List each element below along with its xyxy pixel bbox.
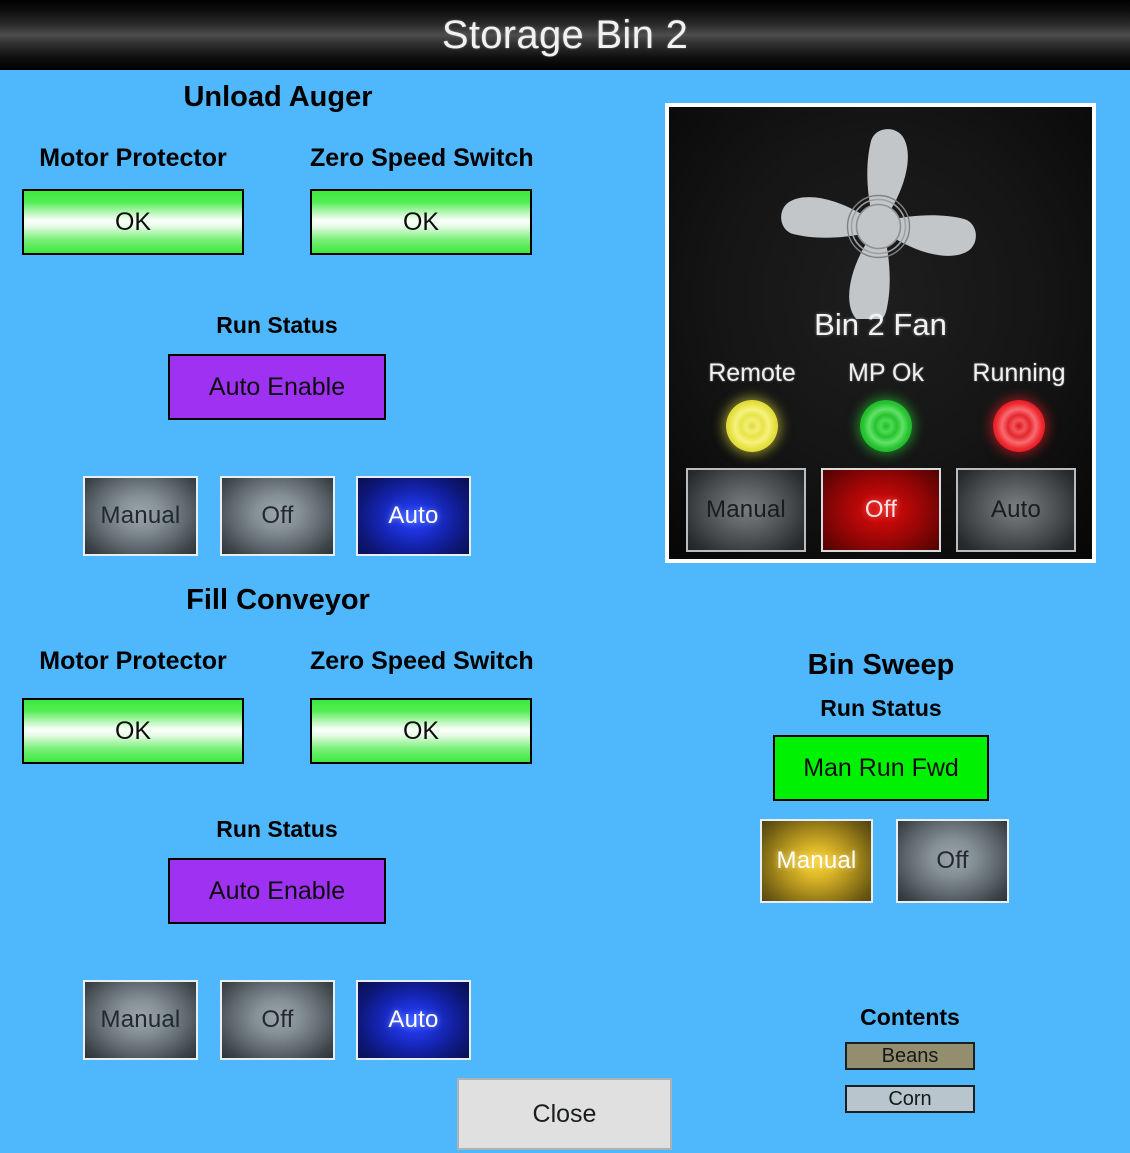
fill-conveyor-title: Fill Conveyor — [186, 584, 370, 616]
fan-indicator-mp-ok-label: MP Ok — [848, 359, 924, 387]
unload-auger-zero-speed-switch-label: Zero Speed Switch — [310, 144, 534, 172]
fan-mode-manual-button[interactable]: Manual — [686, 468, 806, 552]
fan-indicator-mp-ok-led — [860, 400, 912, 452]
unload-auger-run-status-value: Auto Enable — [168, 354, 386, 420]
fill-conveyor-motor-protector-status: OK — [22, 698, 244, 764]
unload-auger-mode-manual-button[interactable]: Manual — [83, 476, 198, 556]
unload-auger-run-status-label: Run Status — [216, 312, 338, 338]
fill-conveyor-run-status-value: Auto Enable — [168, 858, 386, 924]
fan-indicator-running-led — [993, 400, 1045, 452]
fill-conveyor-run-status-label: Run Status — [216, 816, 338, 842]
bin-sweep-title: Bin Sweep — [807, 649, 955, 681]
unload-auger-mode-off-button[interactable]: Off — [220, 476, 335, 556]
fill-conveyor-zero-speed-switch-label: Zero Speed Switch — [310, 647, 534, 675]
fan-mode-auto-button[interactable]: Auto — [956, 468, 1076, 552]
unload-auger-mode-auto-button[interactable]: Auto — [356, 476, 471, 556]
window-title-bar: Storage Bin 2 — [0, 0, 1130, 70]
fan-indicator-remote-led — [726, 400, 778, 452]
unload-auger-zero-speed-switch-status: OK — [310, 189, 532, 255]
fan-indicator-running-label: Running — [972, 359, 1066, 387]
fill-conveyor-motor-protector-label: Motor Protector — [39, 647, 227, 675]
fan-name-label: Bin 2 Fan — [814, 307, 947, 342]
bin-sweep-mode-manual-button[interactable]: Manual — [760, 819, 873, 903]
fill-conveyor-zero-speed-switch-status: OK — [310, 698, 532, 764]
fan-indicator-remote-label: Remote — [708, 359, 796, 387]
fill-conveyor-mode-manual-button[interactable]: Manual — [83, 980, 198, 1060]
bin-fan-panel: Bin 2 Fan Remote MP Ok Running Manual Of… — [665, 103, 1096, 563]
contents-item-corn[interactable]: Corn — [845, 1085, 975, 1113]
unload-auger-motor-protector-label: Motor Protector — [39, 144, 227, 172]
contents-item-beans[interactable]: Beans — [845, 1042, 975, 1070]
bin-sweep-run-status-value: Man Run Fwd — [773, 735, 989, 801]
close-button[interactable]: Close — [457, 1078, 672, 1150]
fan-icon — [771, 119, 991, 324]
unload-auger-title: Unload Auger — [183, 81, 373, 113]
fill-conveyor-mode-auto-button[interactable]: Auto — [356, 980, 471, 1060]
contents-title: Contents — [860, 1004, 960, 1030]
unload-auger-motor-protector-status: OK — [22, 189, 244, 255]
bin-sweep-mode-off-button[interactable]: Off — [896, 819, 1009, 903]
fill-conveyor-mode-off-button[interactable]: Off — [220, 980, 335, 1060]
fan-mode-off-button[interactable]: Off — [821, 468, 941, 552]
bin-sweep-run-status-label: Run Status — [820, 695, 942, 721]
window-title: Storage Bin 2 — [441, 12, 689, 57]
